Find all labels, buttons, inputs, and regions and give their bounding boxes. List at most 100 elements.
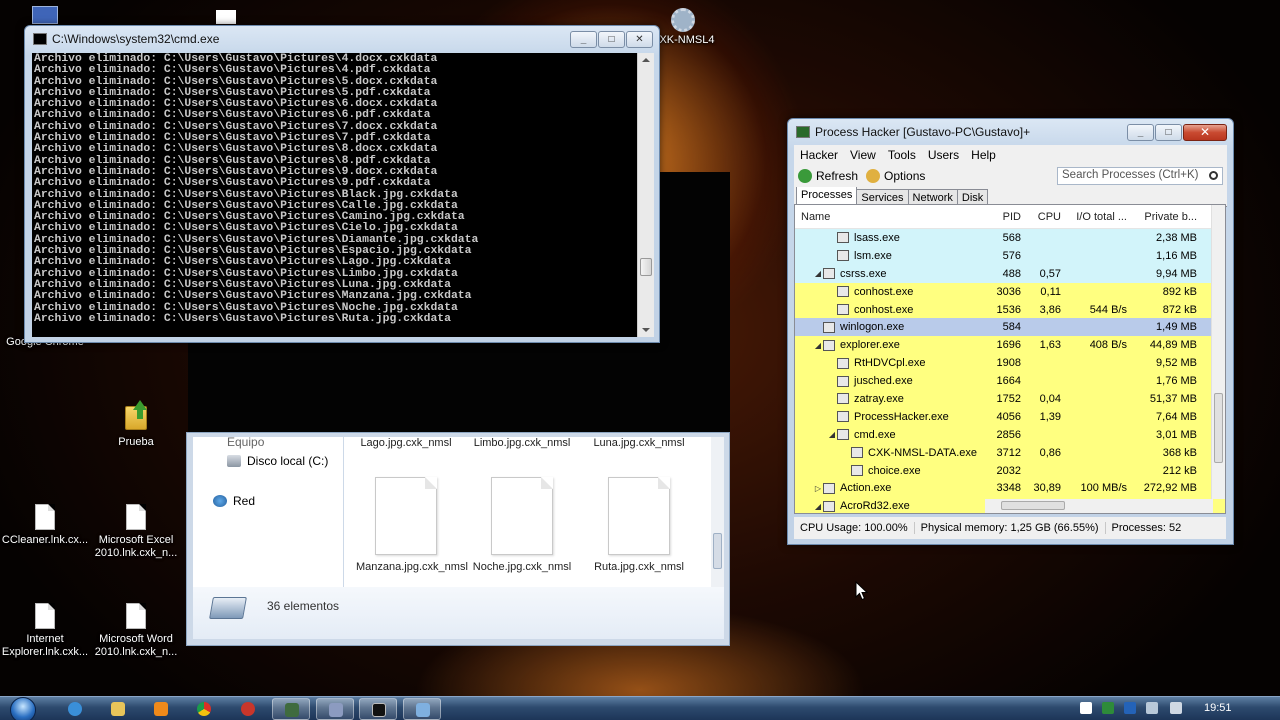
scrollbar-thumb[interactable]	[1214, 393, 1223, 463]
taskbar-cxk[interactable]	[403, 698, 441, 720]
scrollbar-thumb[interactable]	[640, 258, 652, 276]
minimize-button[interactable]: _	[1127, 123, 1154, 141]
process-row[interactable]: conhost.exe 3036 0,11 892 kB	[795, 282, 1225, 301]
process-row[interactable]: ◢ csrss.exe 488 0,57 9,94 MB	[795, 264, 1225, 283]
process-row[interactable]: RtHDVCpl.exe 1908 9,52 MB	[795, 354, 1225, 373]
process-hacker-window[interactable]: Process Hacker [Gustavo-PC\Gustavo]+ _ □…	[787, 118, 1234, 545]
taskbar-media-player[interactable]	[142, 698, 180, 720]
process-row[interactable]: choice.exe 2032 212 kB	[795, 461, 1225, 480]
desktop-icon-label: Internet Explorer.lnk.cxk...	[1, 633, 89, 658]
desktop-icon-partial[interactable]	[32, 6, 58, 24]
column-header-io[interactable]: I/O total ...	[1067, 211, 1133, 223]
expander-icon[interactable]: ◢	[813, 341, 823, 350]
expander-icon[interactable]: ◢	[827, 430, 837, 439]
console-output[interactable]: Archivo eliminado: C:\Users\Gustavo\Pict…	[32, 53, 637, 337]
process-list-vscroll[interactable]	[1211, 205, 1225, 499]
volume-icon[interactable]	[1170, 702, 1182, 714]
file-item[interactable]: Lago.jpg.cxk_nmsl	[356, 437, 456, 450]
process-row[interactable]: zatray.exe 1752 0,04 51,37 MB	[795, 390, 1225, 408]
process-list[interactable]: Name PID CPU I/O total ... Private b... …	[794, 204, 1226, 514]
maximize-button[interactable]: □	[598, 30, 625, 48]
column-header-name[interactable]: Name	[795, 211, 981, 223]
scrollbar-thumb[interactable]	[713, 533, 722, 569]
taskbar-chrome[interactable]	[185, 698, 223, 720]
desktop-icon-excel[interactable]: Microsoft Excel 2010.lnk.cxk_n...	[91, 504, 181, 560]
taskbar-app[interactable]	[316, 698, 354, 720]
expander-icon[interactable]: ◢	[813, 269, 823, 278]
file-item[interactable]: Luna.jpg.cxk_nmsl	[589, 437, 689, 450]
pid-cell: 576	[1002, 249, 1021, 262]
ph-titlebar[interactable]: Process Hacker [Gustavo-PC\Gustavo]+ _ □…	[788, 119, 1233, 145]
cmd-window[interactable]: C:\Windows\system32\cmd.exe _ □ ✕ Archiv…	[24, 25, 660, 343]
explorer-window[interactable]: Equipo Disco local (C:) Red Lago.jpg.cxk…	[186, 432, 730, 646]
process-row[interactable]: ▷ Action.exe 3348 30,89 100 MB/s 272,92 MB	[795, 479, 1225, 498]
clock[interactable]: 19:51	[1204, 702, 1232, 714]
process-row[interactable]: conhost.exe 1536 3,86 544 B/s 872 kB	[795, 300, 1225, 319]
taskbar-explorer[interactable]	[99, 698, 137, 720]
taskbar-cmd[interactable]	[359, 698, 397, 720]
column-header-private-bytes[interactable]: Private b...	[1133, 211, 1201, 223]
process-row[interactable]: ◢ explorer.exe 1696 1,63 408 B/s 44,89 MB	[795, 336, 1225, 355]
maximize-button[interactable]: □	[1155, 123, 1182, 141]
file-item[interactable]: Noche.jpg.cxk_nmsl	[472, 477, 572, 574]
scrollbar-thumb[interactable]	[1001, 501, 1065, 510]
process-name: choice.exe	[868, 464, 921, 477]
file-item[interactable]: Manzana.jpg.cxk_nmsl	[356, 477, 468, 574]
file-item[interactable]: Limbo.jpg.cxk_nmsl	[472, 437, 572, 450]
taskbar-ie[interactable]	[56, 698, 94, 720]
taskbar: 19:51	[0, 696, 1280, 720]
cmd-titlebar[interactable]: C:\Windows\system32\cmd.exe _ □ ✕	[25, 26, 659, 52]
process-row[interactable]: ◢ cmd.exe 2856 3,01 MB	[795, 425, 1225, 444]
column-header-pid[interactable]: PID	[981, 211, 1027, 223]
nav-item-local-disk[interactable]: Disco local (C:)	[227, 454, 328, 468]
process-row[interactable]: jusched.exe 1664 1,76 MB	[795, 372, 1225, 391]
scroll-up-icon[interactable]	[642, 58, 650, 62]
desktop-icon-prueba[interactable]: Prueba	[91, 400, 181, 449]
nav-item-equipo[interactable]: Equipo	[227, 435, 264, 449]
search-input[interactable]: Search Processes (Ctrl+K)	[1057, 167, 1223, 185]
close-button[interactable]: ✕	[626, 30, 653, 48]
process-list-hscroll[interactable]	[985, 499, 1213, 513]
process-icon	[823, 482, 835, 494]
process-row[interactable]: CXK-NMSL-DATA.exe 3712 0,86 368 kB	[795, 443, 1225, 462]
desktop-icon-internet-explorer[interactable]: Internet Explorer.lnk.cxk...	[0, 603, 90, 659]
process-name-cell: RtHDVCpl.exe	[795, 357, 981, 369]
desktop-icon-word[interactable]: Microsoft Word 2010.lnk.cxk_n...	[91, 603, 181, 659]
process-row[interactable]: ProcessHacker.exe 4056 1,39 7,64 MB	[795, 407, 1225, 426]
flag-icon[interactable]	[1080, 702, 1092, 714]
tray-app-icon[interactable]	[1102, 702, 1114, 714]
cpu-cell: 0,86	[1039, 446, 1061, 459]
menu-help[interactable]: Help	[965, 148, 1002, 162]
refresh-button[interactable]: Refresh	[794, 169, 862, 183]
menu-users[interactable]: Users	[922, 148, 965, 162]
desktop-icon-ccleaner[interactable]: CCleaner.lnk.cx...	[0, 504, 90, 547]
options-button[interactable]: Options	[862, 169, 929, 183]
tray-app-icon[interactable]	[1146, 702, 1158, 714]
process-name: cmd.exe	[854, 428, 896, 441]
process-row[interactable]: winlogon.exe 584 1,49 MB	[795, 318, 1225, 337]
close-button[interactable]: ✕	[1183, 123, 1227, 141]
expander-icon[interactable]: ◢	[813, 502, 823, 511]
tab-processes[interactable]: Processes	[796, 186, 858, 206]
process-row[interactable]: lsm.exe 576 1,16 MB	[795, 246, 1225, 265]
menu-view[interactable]: View	[844, 148, 882, 162]
process-row[interactable]: lsass.exe 568 2,38 MB	[795, 229, 1225, 247]
file-item[interactable]: Ruta.jpg.cxk_nmsl	[589, 477, 689, 574]
console-scrollbar[interactable]	[637, 53, 654, 337]
column-header-cpu[interactable]: CPU	[1027, 211, 1067, 223]
minimize-button[interactable]: _	[570, 30, 597, 48]
menu-hacker[interactable]: Hacker	[794, 148, 844, 162]
nav-item-network[interactable]: Red	[213, 494, 255, 508]
taskbar-ccleaner[interactable]	[229, 698, 267, 720]
taskbar-process-hacker[interactable]	[272, 698, 310, 720]
scroll-down-icon[interactable]	[642, 328, 650, 332]
explorer-scrollbar[interactable]	[711, 437, 724, 587]
process-name-cell: choice.exe	[795, 465, 981, 477]
expander-icon[interactable]: ▷	[813, 484, 823, 493]
desktop-icon-partial[interactable]	[216, 10, 236, 24]
search-icon[interactable]	[1209, 171, 1218, 180]
window-title: Process Hacker [Gustavo-PC\Gustavo]+	[815, 125, 1031, 139]
tray-app-icon[interactable]	[1124, 702, 1136, 714]
start-button[interactable]	[6, 697, 40, 720]
menu-tools[interactable]: Tools	[882, 148, 922, 162]
